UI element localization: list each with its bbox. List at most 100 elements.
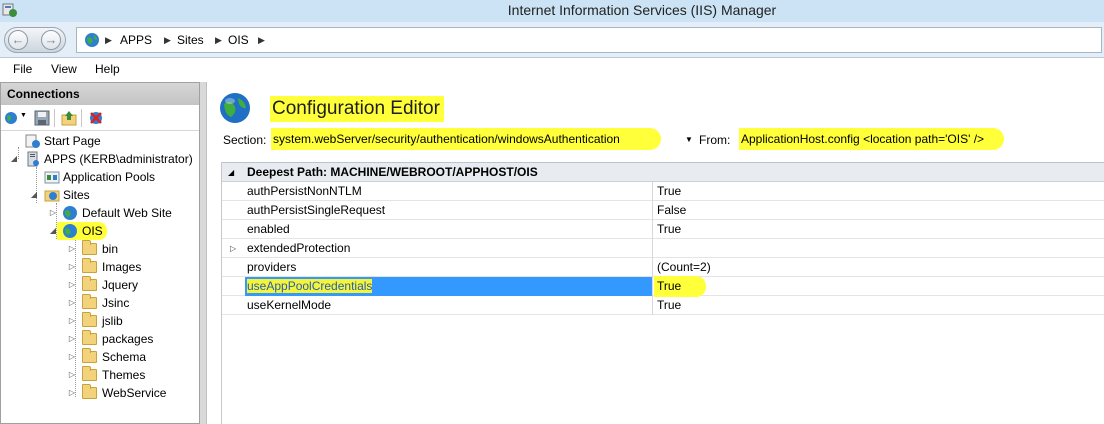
- property-row[interactable]: enabled True: [222, 220, 1104, 239]
- connections-toolbar: ▼: [1, 105, 199, 131]
- tree-label: jslib: [102, 314, 123, 328]
- expand-icon[interactable]: ▷: [67, 384, 77, 402]
- property-row[interactable]: providers (Count=2): [222, 258, 1104, 277]
- property-name: enabled: [245, 220, 653, 239]
- property-value[interactable]: True: [654, 182, 1104, 201]
- breadcrumb-separator-icon: ▶: [215, 35, 222, 45]
- deepest-path-header[interactable]: ◢ Deepest Path: MACHINE/WEBROOT/APPHOST/…: [222, 163, 1104, 182]
- property-row-selected[interactable]: useAppPoolCredentials True: [222, 276, 1104, 297]
- expand-icon[interactable]: ▷: [230, 239, 236, 258]
- globe-icon: [63, 224, 77, 238]
- expand-icon[interactable]: ▷: [48, 204, 58, 222]
- property-row[interactable]: ▷ extendedProtection: [222, 239, 1104, 258]
- tree-label: bin: [102, 242, 119, 256]
- forward-button[interactable]: →: [41, 30, 61, 50]
- property-value[interactable]: True: [654, 277, 1104, 296]
- tree-item-start-page[interactable]: Start Page: [1, 132, 199, 150]
- property-grid: ◢ Deepest Path: MACHINE/WEBROOT/APPHOST/…: [221, 162, 1104, 424]
- expand-icon[interactable]: ▷: [67, 276, 77, 294]
- property-row[interactable]: authPersistNonNTLM True: [222, 182, 1104, 201]
- tree-item-folder[interactable]: ▷ WebService: [1, 384, 199, 402]
- collapse-icon[interactable]: ◢: [228, 163, 234, 182]
- forward-arrow-icon: →: [44, 32, 58, 47]
- expand-icon[interactable]: ▷: [67, 348, 77, 366]
- tree-item-folder[interactable]: ▷ Jquery: [1, 276, 199, 294]
- expand-icon[interactable]: ▷: [67, 240, 77, 258]
- property-name: authPersistSingleRequest: [245, 201, 653, 220]
- tree-item-folder[interactable]: ▷ Themes: [1, 366, 199, 384]
- menu-bar: File View Help: [0, 58, 1104, 80]
- back-button[interactable]: ←: [8, 30, 28, 50]
- tree-item-folder[interactable]: ▷ bin: [1, 240, 199, 258]
- property-value[interactable]: False: [654, 201, 1104, 220]
- tree-item-application-pools[interactable]: Application Pools: [1, 168, 199, 186]
- property-row[interactable]: useKernelMode True: [222, 296, 1104, 315]
- breadcrumb-separator-icon: ▶: [105, 35, 112, 45]
- toolbar-divider: [54, 109, 55, 127]
- collapse-icon[interactable]: ◢: [9, 150, 19, 168]
- up-level-icon[interactable]: [61, 110, 77, 126]
- tree-label: OIS: [82, 224, 103, 238]
- folder-icon: [82, 312, 97, 327]
- property-value[interactable]: (Count=2): [654, 258, 1104, 277]
- connect-globe-icon[interactable]: [4, 110, 20, 126]
- tree-item-ois[interactable]: ◢ OIS: [1, 222, 199, 240]
- section-dropdown-arrow-icon[interactable]: ▼: [683, 132, 695, 148]
- tree-label: Jsinc: [102, 296, 130, 310]
- expand-icon[interactable]: ▷: [67, 294, 77, 312]
- disconnect-icon[interactable]: [88, 110, 104, 126]
- folder-icon: [82, 384, 97, 399]
- section-selector[interactable]: system.webServer/security/authentication…: [271, 128, 661, 150]
- breadcrumb-ois[interactable]: OIS: [228, 28, 249, 52]
- section-label: Section:: [223, 133, 267, 147]
- property-name: extendedProtection: [245, 239, 653, 258]
- deepest-path-label: Deepest Path: MACHINE/WEBROOT/APPHOST/OI…: [247, 165, 538, 179]
- menu-view[interactable]: View: [51, 58, 77, 80]
- from-selector[interactable]: ApplicationHost.config <location path='O…: [739, 128, 1004, 150]
- tree-item-folder[interactable]: ▷ packages: [1, 330, 199, 348]
- expand-icon[interactable]: ▷: [67, 330, 77, 348]
- tree-item-folder[interactable]: ▷ Jsinc: [1, 294, 199, 312]
- dropdown-arrow-icon[interactable]: ▼: [20, 112, 27, 119]
- folder-icon: [82, 330, 97, 345]
- expand-icon[interactable]: ▷: [67, 366, 77, 384]
- tree-label: Start Page: [44, 134, 101, 148]
- tree-label: packages: [102, 332, 154, 346]
- tree-item-folder[interactable]: ▷ jslib: [1, 312, 199, 330]
- server-icon: [27, 151, 39, 167]
- folder-icon: [82, 258, 97, 273]
- tree-item-sites[interactable]: ◢ Sites: [1, 186, 199, 204]
- application-pools-icon: [44, 171, 60, 184]
- tree-item-server[interactable]: ◢ APPS (KERB\administrator): [1, 150, 199, 168]
- from-label: From:: [699, 133, 731, 147]
- nav-buttons: ← →: [4, 27, 66, 53]
- start-page-icon: [25, 134, 40, 148]
- collapse-icon[interactable]: ◢: [29, 186, 39, 204]
- collapse-icon[interactable]: ◢: [48, 222, 58, 240]
- property-name-highlighted: useAppPoolCredentials: [247, 279, 373, 293]
- expand-icon[interactable]: ▷: [67, 312, 77, 330]
- title-bar: Internet Information Services (IIS) Mana…: [0, 0, 1104, 22]
- tree-item-default-web-site[interactable]: ▷ Default Web Site: [1, 204, 199, 222]
- menu-file[interactable]: File: [13, 58, 32, 80]
- breadcrumb-apps[interactable]: APPS: [120, 28, 152, 52]
- tree-label: Default Web Site: [82, 206, 172, 220]
- save-icon[interactable]: [34, 110, 50, 126]
- toolbar-divider: [81, 109, 82, 127]
- folder-icon: [82, 276, 97, 291]
- breadcrumb-sites[interactable]: Sites: [177, 28, 204, 52]
- property-value[interactable]: True: [654, 220, 1104, 239]
- property-value[interactable]: [654, 239, 1104, 258]
- expand-icon[interactable]: ▷: [67, 258, 77, 276]
- tree-item-folder[interactable]: ▷ Images: [1, 258, 199, 276]
- tree-label: Images: [102, 260, 142, 274]
- sites-icon: [44, 190, 60, 202]
- tree-item-folder[interactable]: ▷ Schema: [1, 348, 199, 366]
- configuration-editor-globe-icon: [220, 93, 250, 123]
- property-value[interactable]: True: [654, 296, 1104, 315]
- menu-help[interactable]: Help: [95, 58, 120, 80]
- address-bar[interactable]: ▶ APPS ▶ Sites ▶ OIS ▶: [76, 27, 1102, 53]
- property-row[interactable]: authPersistSingleRequest False: [222, 201, 1104, 220]
- tree-label: Application Pools: [63, 170, 156, 184]
- folder-icon: [82, 366, 97, 381]
